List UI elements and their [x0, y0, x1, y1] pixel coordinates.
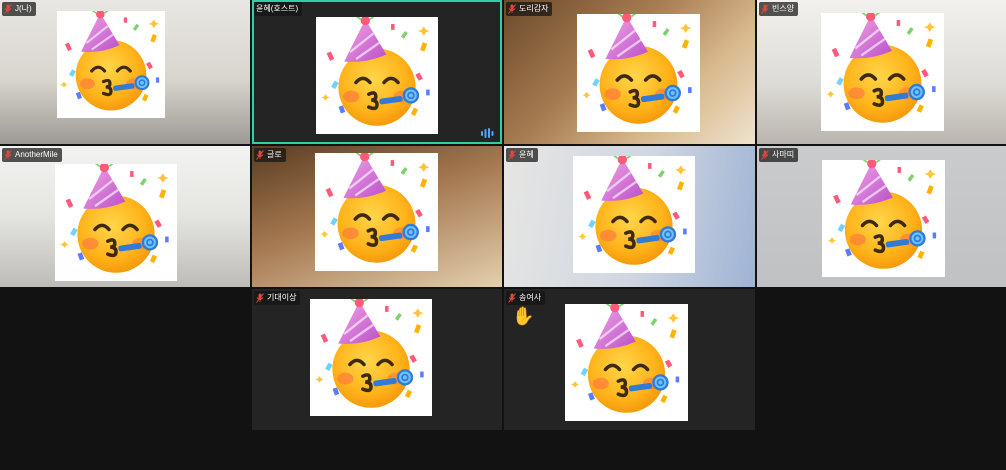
- party-emoji-image: [573, 156, 695, 273]
- party-emoji-image: [316, 17, 438, 134]
- participant-name: AnotherMile: [15, 150, 58, 159]
- participant-name: 도리감자: [519, 4, 549, 13]
- party-emoji-image: [310, 299, 432, 416]
- participant-name-label: 기대이상: [254, 291, 301, 305]
- participant-name: 윤혜(호스트): [256, 4, 299, 13]
- participant-name-label: 빈스양: [759, 2, 799, 16]
- participant-name-label: 윤혜: [506, 148, 538, 162]
- video-tile-geullo[interactable]: 글로: [252, 146, 502, 287]
- video-tile-j[interactable]: J(나): [0, 0, 250, 144]
- mic-muted-icon: [508, 293, 516, 303]
- party-emoji-image: [822, 160, 945, 277]
- participant-name-label: 송여사: [506, 291, 546, 305]
- video-grid: J(나) 윤혜(호스트) 도리감자 빈스양 AnotherMile 글로 윤혜 …: [0, 0, 1006, 470]
- party-emoji-image: [57, 11, 165, 118]
- mic-muted-icon: [4, 4, 12, 14]
- video-tile-yunhye[interactable]: 윤혜: [504, 146, 755, 287]
- party-emoji-image: [565, 304, 688, 421]
- mic-muted-icon: [761, 150, 769, 160]
- video-tile-samatti[interactable]: 사마띠: [757, 146, 1006, 287]
- video-tile-host[interactable]: 윤혜(호스트): [252, 0, 502, 144]
- mic-muted-icon: [4, 150, 12, 160]
- participant-name-label: 윤혜(호스트): [254, 2, 303, 16]
- party-emoji-image: [55, 164, 177, 281]
- raised-hand-icon: ✋: [512, 306, 535, 326]
- participant-name-label: AnotherMile: [2, 148, 62, 162]
- party-emoji-image: [577, 14, 700, 132]
- participant-name: 송여사: [519, 293, 542, 302]
- video-tile-songyeosa[interactable]: 송여사 ✋: [504, 289, 755, 430]
- video-tile-binsyang[interactable]: 빈스양: [757, 0, 1006, 144]
- participant-name: J(나): [15, 4, 32, 13]
- party-emoji-image: [821, 13, 944, 131]
- participant-name-label: 사마띠: [759, 148, 799, 162]
- speaking-indicator-icon: [480, 126, 494, 138]
- participant-name: 사마띠: [772, 150, 795, 159]
- participant-name-label: J(나): [2, 2, 36, 16]
- mic-muted-icon: [256, 150, 264, 160]
- participant-name: 기대이상: [267, 293, 297, 302]
- participant-name: 글로: [267, 150, 282, 159]
- mic-muted-icon: [256, 293, 264, 303]
- party-emoji-image: [315, 153, 438, 271]
- mic-muted-icon: [508, 4, 516, 14]
- participant-name: 윤혜: [519, 150, 534, 159]
- mic-muted-icon: [761, 4, 769, 14]
- video-tile-gidaeisang[interactable]: 기대이상: [252, 289, 502, 430]
- video-tile-anothermile[interactable]: AnotherMile: [0, 146, 250, 287]
- participant-name: 빈스양: [772, 4, 795, 13]
- participant-name-label: 도리감자: [506, 2, 553, 16]
- mic-muted-icon: [508, 150, 516, 160]
- video-tile-dorigamja[interactable]: 도리감자: [504, 0, 755, 144]
- participant-name-label: 글로: [254, 148, 286, 162]
